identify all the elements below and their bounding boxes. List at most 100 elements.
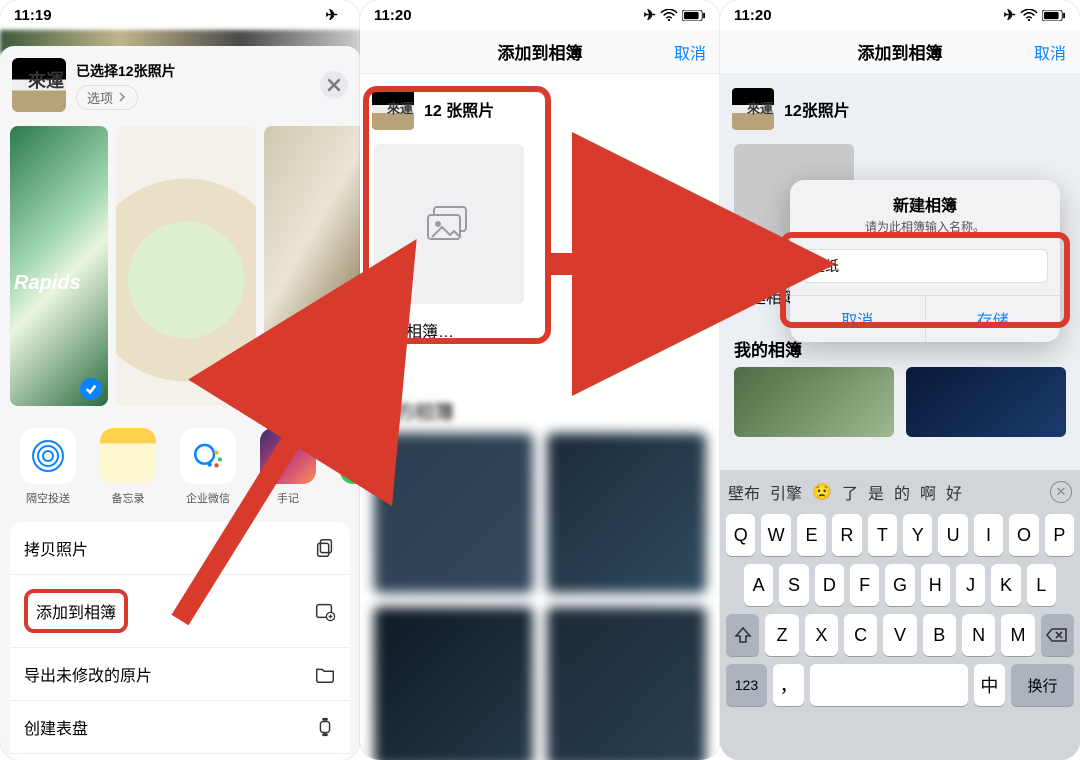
suggestion-emoji[interactable]: 😟 [812, 482, 832, 502]
key-j[interactable]: J [956, 564, 985, 606]
album-tile[interactable] [374, 607, 533, 760]
new-album-tile[interactable] [374, 144, 524, 304]
selection-thumbnail [732, 88, 774, 130]
key-h[interactable]: H [921, 564, 950, 606]
shift-key[interactable] [726, 614, 759, 656]
key-b[interactable]: B [923, 614, 956, 656]
key-q[interactable]: Q [726, 514, 755, 556]
nav-title: 添加到相簿 [858, 39, 943, 64]
app-more[interactable] [338, 428, 360, 506]
status-bar: 11:20 ✈︎ [720, 0, 1080, 30]
cancel-button[interactable]: 取消 [674, 40, 706, 64]
keyboard[interactable]: 壁布 引擎 😟 了 是 的 啊 好 ✕ QWERTYUIOP ASDFGHJKL… [720, 470, 1080, 760]
action-export-original[interactable]: 导出未修改的原片 [10, 647, 350, 700]
key-c[interactable]: C [844, 614, 877, 656]
shift-icon [734, 626, 752, 644]
album-name-input[interactable]: 壁纸 [802, 249, 1048, 283]
key-w[interactable]: W [761, 514, 790, 556]
key-g[interactable]: G [885, 564, 914, 606]
wifi-icon [1020, 9, 1038, 22]
actions-list: 拷贝照片 添加到相簿 导出未修改的原片 创建表盘 打印 [10, 522, 350, 760]
key-y[interactable]: Y [903, 514, 932, 556]
new-album-dialog: 新建相簿 请为此相簿输入名称。 壁纸 取消 存储 [790, 180, 1060, 342]
key-t[interactable]: T [868, 514, 897, 556]
photo-thumb[interactable]: Rapids [10, 126, 108, 406]
share-apps-row[interactable]: 隔空投送 备忘录 企业微信 手记 [0, 414, 360, 514]
space-key[interactable] [810, 664, 967, 706]
album-tile[interactable] [734, 367, 894, 437]
suggestion[interactable]: 啊 [920, 480, 936, 504]
dialog-save-button[interactable]: 存储 [926, 296, 1061, 342]
key-e[interactable]: E [797, 514, 826, 556]
app-wecom[interactable]: 企业微信 [178, 428, 238, 506]
selected-photos-row[interactable]: Rapids [0, 118, 360, 414]
journal-icon [260, 428, 316, 484]
cancel-button[interactable]: 取消 [1034, 40, 1066, 64]
checkmark-icon [346, 378, 360, 400]
album-tile[interactable] [547, 607, 706, 760]
key-n[interactable]: N [962, 614, 995, 656]
suggestion-close-icon[interactable]: ✕ [1050, 481, 1072, 503]
close-button[interactable] [320, 71, 348, 99]
suggestion[interactable]: 的 [894, 480, 910, 504]
album-tile[interactable] [547, 433, 706, 593]
action-add-to-album[interactable]: 添加到相簿 [10, 574, 350, 647]
photo-thumb[interactable] [116, 126, 256, 406]
key-z[interactable]: Z [765, 614, 798, 656]
key-r[interactable]: R [832, 514, 861, 556]
app-notes[interactable]: 备忘录 [98, 428, 158, 506]
return-key[interactable]: 换行 [1011, 664, 1074, 706]
notes-icon [100, 428, 156, 484]
my-albums-heading: 我的相簿 [360, 356, 720, 433]
watch-icon [314, 716, 336, 738]
album-tile[interactable] [906, 367, 1066, 437]
action-copy-photos[interactable]: 拷贝照片 [10, 522, 350, 574]
lang-key[interactable]: 中 [974, 664, 1005, 706]
options-chip[interactable]: 选项 [76, 85, 138, 110]
nav-title: 添加到相簿 [498, 39, 583, 64]
key-a[interactable]: A [744, 564, 773, 606]
key-m[interactable]: M [1001, 614, 1034, 656]
key-o[interactable]: O [1009, 514, 1038, 556]
key-x[interactable]: X [805, 614, 838, 656]
phone-screenshot-3: 11:20 ✈︎ 添加到相簿 取消 12张照片 新建相簿 我的相簿 [720, 0, 1080, 760]
suggestion[interactable]: 引擎 [770, 480, 802, 504]
action-create-watchface[interactable]: 创建表盘 [10, 700, 350, 753]
key-p[interactable]: P [1045, 514, 1074, 556]
dialog-cancel-button[interactable]: 取消 [790, 296, 926, 342]
highlight-add-to-album: 添加到相簿 [24, 589, 128, 633]
nav-bar: 添加到相簿 取消 [360, 30, 720, 74]
status-time: 11:19 [14, 7, 52, 24]
suggestion[interactable]: 是 [868, 480, 884, 504]
suggestion[interactable]: 壁布 [728, 480, 760, 504]
airplane-icon: ✈︎ [325, 6, 338, 24]
key-s[interactable]: S [779, 564, 808, 606]
backspace-icon [1046, 627, 1068, 643]
selection-thumbnail [12, 58, 66, 112]
suggestion[interactable]: 了 [842, 480, 858, 504]
suggestion[interactable]: 好 [946, 480, 962, 504]
app-airdrop[interactable]: 隔空投送 [18, 428, 78, 506]
album-tile[interactable] [374, 433, 533, 593]
key-d[interactable]: D [815, 564, 844, 606]
app-journal[interactable]: 手记 [258, 428, 318, 506]
status-time: 11:20 [734, 7, 772, 24]
airplane-icon: ✈︎ [643, 6, 656, 24]
numbers-key[interactable]: 123 [726, 664, 767, 706]
key-v[interactable]: V [883, 614, 916, 656]
suggestion-bar[interactable]: 壁布 引擎 😟 了 是 的 啊 好 ✕ [720, 470, 1080, 514]
dialog-subtitle: 请为此相簿输入名称。 [790, 218, 1060, 245]
key-u[interactable]: U [938, 514, 967, 556]
dialog-title: 新建相簿 [790, 180, 1060, 218]
key-l[interactable]: L [1027, 564, 1056, 606]
backspace-key[interactable] [1041, 614, 1074, 656]
key-i[interactable]: I [974, 514, 1003, 556]
comma-key[interactable]: ， [773, 664, 804, 706]
selection-count: 12 张照片 [424, 97, 494, 121]
key-f[interactable]: F [850, 564, 879, 606]
new-album-label[interactable]: 新建相簿… [360, 304, 720, 356]
photo-thumb[interactable] [264, 126, 360, 406]
airdrop-icon [28, 436, 68, 476]
action-print[interactable]: 打印 [10, 753, 350, 760]
key-k[interactable]: K [991, 564, 1020, 606]
